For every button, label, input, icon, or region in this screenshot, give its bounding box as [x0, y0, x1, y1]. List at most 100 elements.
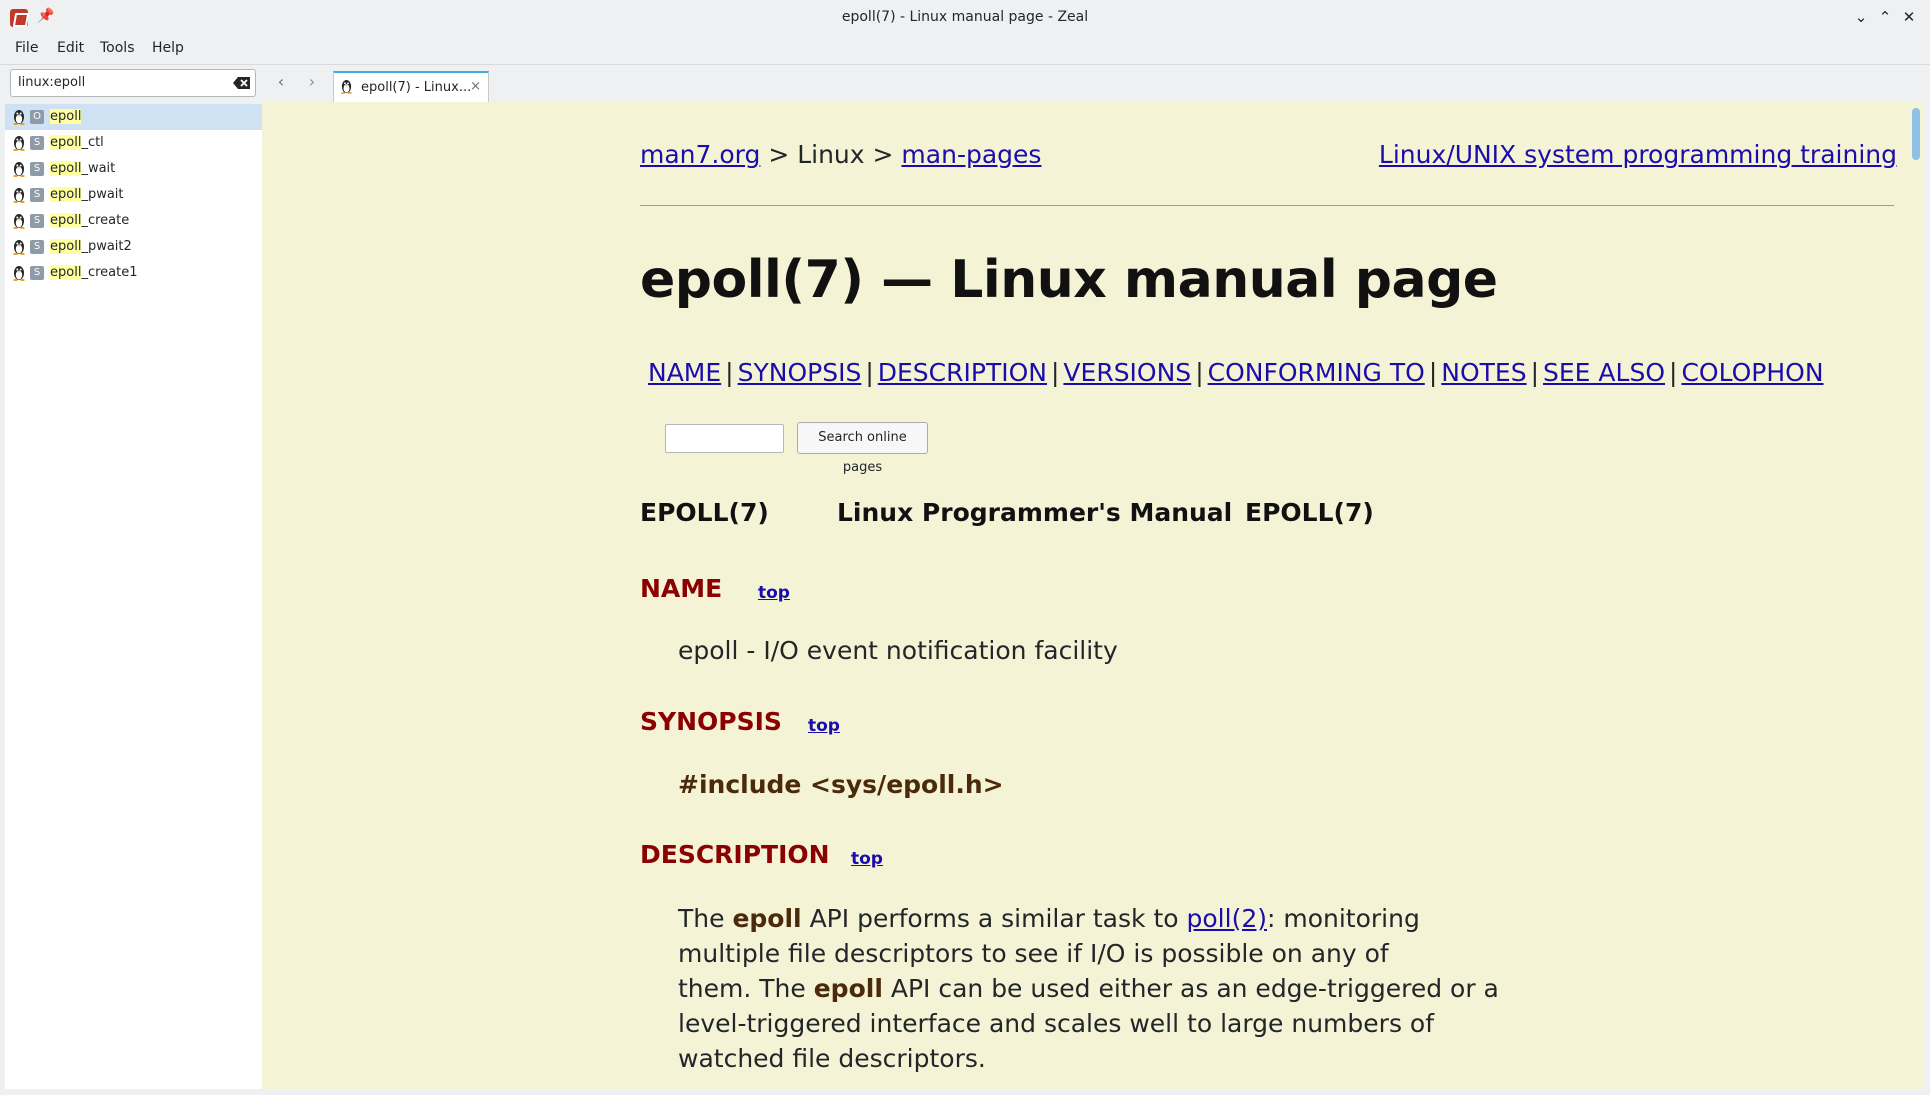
- bottom-edge: [0, 1089, 1930, 1095]
- linux-tux-icon: [13, 136, 25, 151]
- close-button[interactable]: ✕: [1899, 7, 1919, 27]
- search-online-button[interactable]: Search online pages: [797, 422, 928, 475]
- clear-search-icon[interactable]: [233, 76, 251, 90]
- crumb-man7-link[interactable]: man7.org: [640, 140, 760, 169]
- result-label: epoll_ctl: [50, 135, 104, 150]
- maximize-button[interactable]: ⌃: [1875, 7, 1895, 27]
- linux-tux-icon: [13, 188, 25, 203]
- symbol-type-icon: S: [30, 136, 44, 150]
- online-search-input[interactable]: [665, 424, 784, 453]
- result-label: epoll: [50, 109, 82, 124]
- divider: [0, 64, 1930, 65]
- separator: |: [865, 358, 874, 387]
- symbol-type-icon: S: [30, 188, 44, 202]
- section-link-synopsis[interactable]: SYNOPSIS: [738, 358, 862, 387]
- result-label: epoll_pwait2: [50, 239, 132, 254]
- section-link-conforming-to[interactable]: CONFORMING TO: [1208, 358, 1425, 387]
- back-button[interactable]: ‹: [272, 73, 290, 91]
- synopsis-include: #include <sys/epoll.h>: [678, 770, 1004, 799]
- separator: |: [1669, 358, 1678, 387]
- section-synopsis-title: SYNOPSIS: [640, 707, 782, 736]
- title-bar: 📌 epoll(7) - Linux manual page - Zeal ⌄ …: [0, 0, 1930, 36]
- linux-tux-icon: [13, 266, 25, 281]
- man-header-center: Linux Programmer's Manual: [837, 498, 1233, 527]
- section-link-notes[interactable]: NOTES: [1441, 358, 1526, 387]
- result-label: epoll_wait: [50, 161, 116, 176]
- result-item[interactable]: Sepoll_wait: [5, 156, 262, 182]
- linux-tux-icon: [13, 214, 25, 229]
- symbol-type-icon: O: [30, 110, 44, 124]
- search-input[interactable]: linux:epoll: [10, 69, 256, 97]
- crumb-man-pages-link[interactable]: man-pages: [901, 140, 1041, 169]
- result-item[interactable]: Sepoll_create1: [5, 260, 262, 286]
- separator: |: [725, 358, 734, 387]
- separator: |: [1428, 358, 1438, 387]
- section-link-name[interactable]: NAME: [648, 358, 721, 387]
- section-links: NAME | SYNOPSIS | DESCRIPTION | VERSIONS | CONFO…: [648, 358, 1824, 387]
- results-list: Oepoll Sepoll_ctl Sepoll_wait Sepoll_pwait S…: [5, 104, 262, 1089]
- symbol-type-icon: S: [30, 162, 44, 176]
- tab-close-icon[interactable]: ×: [470, 79, 481, 94]
- search-value: linux:epoll: [18, 75, 86, 90]
- result-item[interactable]: Oepoll: [5, 104, 262, 130]
- desc-line: multiple file descriptors to see if I/O …: [678, 939, 1389, 968]
- top-link[interactable]: top: [808, 716, 840, 736]
- linux-tux-icon: [13, 110, 25, 125]
- poll-link[interactable]: poll(2): [1187, 904, 1267, 933]
- result-label: epoll_pwait: [50, 187, 124, 202]
- result-item[interactable]: Sepoll_pwait: [5, 182, 262, 208]
- epoll-bold: epoll: [732, 904, 802, 933]
- separator: |: [1050, 358, 1060, 387]
- man-header-left: EPOLL(7): [640, 498, 769, 527]
- symbol-type-icon: S: [30, 240, 44, 254]
- section-link-description[interactable]: DESCRIPTION: [878, 358, 1047, 387]
- match-highlight: epoll: [50, 109, 82, 124]
- crumb-linux: > Linux >: [760, 140, 902, 169]
- scrollbar-thumb[interactable]: [1912, 108, 1920, 160]
- match-highlight: epoll: [50, 265, 82, 280]
- section-description-title: DESCRIPTION: [640, 840, 830, 869]
- top-link[interactable]: top: [851, 849, 883, 869]
- separator: |: [1195, 358, 1204, 387]
- page-title: epoll(7) — Linux manual page: [640, 250, 1498, 310]
- match-highlight: epoll: [50, 135, 82, 150]
- top-link[interactable]: top: [758, 583, 790, 603]
- tab-label: epoll(7) - Linux...: [361, 80, 472, 95]
- symbol-type-icon: S: [30, 266, 44, 280]
- separator: |: [1530, 358, 1540, 387]
- tab-epoll[interactable]: epoll(7) - Linux... ×: [333, 71, 489, 102]
- symbol-type-icon: S: [30, 214, 44, 228]
- training-link[interactable]: Linux/UNIX system programming training: [1379, 140, 1897, 169]
- desc-line: The epoll API performs a similar task to…: [678, 904, 1420, 933]
- desc-line: level-triggered interface and scales wel…: [678, 1009, 1435, 1038]
- section-link-colophon[interactable]: COLOPHON: [1681, 358, 1823, 387]
- horizontal-rule: [640, 205, 1894, 206]
- epoll-bold: epoll: [813, 974, 883, 1003]
- linux-tux-icon: [13, 240, 25, 255]
- desc-line: watched file descriptors.: [678, 1044, 986, 1073]
- linux-tux-icon: [341, 80, 352, 94]
- minimize-button[interactable]: ⌄: [1851, 7, 1871, 27]
- section-link-versions[interactable]: VERSIONS: [1063, 358, 1191, 387]
- linux-tux-icon: [13, 162, 25, 177]
- man-header-right: EPOLL(7): [1245, 498, 1374, 527]
- menu-tools[interactable]: Tools: [100, 40, 135, 56]
- menu-edit[interactable]: Edit: [57, 40, 84, 56]
- forward-button[interactable]: ›: [303, 73, 321, 91]
- match-highlight: epoll: [50, 161, 82, 176]
- result-label: epoll_create1: [50, 265, 138, 280]
- result-label: epoll_create: [50, 213, 130, 228]
- menu-bar: File Edit Tools Help: [0, 36, 1930, 64]
- description-paragraph: The epoll API performs a similar task to…: [678, 901, 1499, 1076]
- match-highlight: epoll: [50, 239, 82, 254]
- result-item[interactable]: Sepoll_ctl: [5, 130, 262, 156]
- menu-help[interactable]: Help: [152, 40, 184, 56]
- name-text: epoll - I/O event notification facility: [678, 636, 1118, 665]
- menu-file[interactable]: File: [15, 40, 38, 56]
- window-title: epoll(7) - Linux manual page - Zeal: [841, 9, 1089, 25]
- result-item[interactable]: Sepoll_create: [5, 208, 262, 234]
- vertical-scrollbar[interactable]: [1908, 102, 1924, 1089]
- section-link-see-also[interactable]: SEE ALSO: [1543, 358, 1665, 387]
- result-item[interactable]: Sepoll_pwait2: [5, 234, 262, 260]
- match-highlight: epoll: [50, 213, 82, 228]
